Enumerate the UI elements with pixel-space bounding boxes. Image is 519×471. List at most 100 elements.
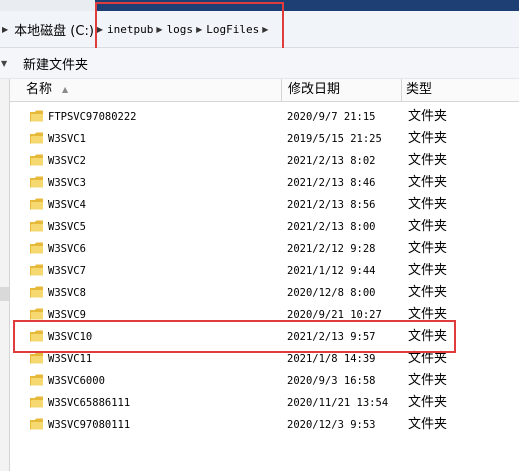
file-modified: 2021/2/13 8:56 bbox=[287, 199, 376, 211]
file-name: FTPSVC97080222 bbox=[48, 111, 137, 123]
file-type: 文件夹 bbox=[408, 219, 448, 234]
folder-icon bbox=[30, 110, 43, 122]
breadcrumb-separator-icon[interactable]: ▶ bbox=[262, 25, 268, 34]
file-row[interactable]: W3SVC6 2021/2/12 9:28 文件夹 bbox=[10, 238, 519, 260]
file-type: 文件夹 bbox=[408, 241, 448, 256]
file-modified: 2020/12/8 8:00 bbox=[287, 287, 376, 299]
window-title-strip bbox=[0, 0, 519, 11]
file-modified: 2021/2/13 9:57 bbox=[287, 331, 376, 343]
breadcrumb-segment-logfiles[interactable]: LogFiles bbox=[206, 23, 259, 36]
file-row[interactable]: W3SVC7 2021/1/12 9:44 文件夹 bbox=[10, 260, 519, 282]
file-type: 文件夹 bbox=[408, 109, 448, 124]
organize-dropdown-icon[interactable]: ▼ bbox=[1, 59, 11, 68]
folder-icon bbox=[30, 176, 43, 188]
breadcrumb-segment-inetpub[interactable]: inetpub bbox=[107, 23, 153, 36]
file-modified: 2020/9/7 21:15 bbox=[287, 111, 376, 123]
column-header-type[interactable]: 类型 bbox=[402, 79, 519, 101]
folder-icon bbox=[30, 330, 43, 342]
file-modified: 2021/1/8 14:39 bbox=[287, 353, 376, 365]
breadcrumb-separator-icon[interactable]: ▶ bbox=[196, 25, 202, 34]
folder-icon bbox=[30, 264, 43, 276]
navigation-pane[interactable] bbox=[0, 79, 10, 471]
sort-ascending-icon: ▲ bbox=[62, 85, 69, 94]
file-name: W3SVC11 bbox=[48, 353, 93, 365]
file-modified: 2019/5/15 21:25 bbox=[287, 133, 382, 145]
folder-icon bbox=[30, 374, 43, 386]
file-name: W3SVC3 bbox=[48, 177, 86, 189]
folder-icon bbox=[30, 154, 43, 166]
file-type: 文件夹 bbox=[408, 373, 448, 388]
file-name: W3SVC8 bbox=[48, 287, 86, 299]
file-name: W3SVC4 bbox=[48, 199, 86, 211]
file-row[interactable]: W3SVC3 2021/2/13 8:46 文件夹 bbox=[10, 172, 519, 194]
file-name: W3SVC65886111 bbox=[48, 397, 131, 409]
file-type: 文件夹 bbox=[408, 285, 448, 300]
folder-icon bbox=[30, 220, 43, 232]
file-modified: 2021/2/13 8:02 bbox=[287, 155, 376, 167]
file-name: W3SVC5 bbox=[48, 221, 86, 233]
folder-icon bbox=[30, 132, 43, 144]
file-name: W3SVC9 bbox=[48, 309, 86, 321]
breadcrumb-root[interactable]: 本地磁盘 (C:) bbox=[14, 20, 94, 39]
folder-icon bbox=[30, 242, 43, 254]
file-modified: 2020/11/21 13:54 bbox=[287, 397, 389, 409]
file-row-highlighted[interactable]: W3SVC10 2021/2/13 9:57 文件夹 bbox=[10, 326, 519, 348]
folder-icon bbox=[30, 396, 43, 408]
file-type: 文件夹 bbox=[408, 307, 448, 322]
folder-icon bbox=[30, 308, 43, 320]
navigation-pane-selection bbox=[0, 287, 9, 301]
file-type: 文件夹 bbox=[408, 131, 448, 146]
breadcrumb-separator-icon[interactable]: ▶ bbox=[156, 25, 162, 34]
file-row[interactable]: W3SVC97080111 2020/12/3 9:53 文件夹 bbox=[10, 414, 519, 436]
new-folder-button[interactable]: 新建文件夹 bbox=[23, 54, 88, 73]
file-row[interactable]: W3SVC5 2021/2/13 8:00 文件夹 bbox=[10, 216, 519, 238]
file-name: W3SVC7 bbox=[48, 265, 86, 277]
file-modified: 2020/12/3 9:53 bbox=[287, 419, 376, 431]
breadcrumb-segment-logs[interactable]: logs bbox=[167, 23, 194, 36]
file-modified: 2020/9/3 16:58 bbox=[287, 375, 376, 387]
file-row[interactable]: W3SVC11 2021/1/8 14:39 文件夹 bbox=[10, 348, 519, 370]
folder-icon bbox=[30, 198, 43, 210]
file-name: W3SVC1 bbox=[48, 133, 86, 145]
column-header-name[interactable]: 名称 ▲ bbox=[10, 79, 282, 101]
file-row[interactable]: W3SVC4 2021/2/13 8:56 文件夹 bbox=[10, 194, 519, 216]
column-header-name-label: 名称 bbox=[26, 82, 53, 97]
column-header-type-label: 类型 bbox=[406, 82, 433, 97]
file-modified: 2021/2/12 9:28 bbox=[287, 243, 376, 255]
file-row[interactable]: FTPSVC97080222 2020/9/7 21:15 文件夹 bbox=[10, 106, 519, 128]
address-bar[interactable]: ▶ 本地磁盘 (C:) ▶ inetpub ▶ logs ▶ LogFiles … bbox=[0, 11, 519, 48]
file-list: FTPSVC97080222 2020/9/7 21:15 文件夹 W3SVC1 20… bbox=[10, 106, 519, 436]
file-row[interactable]: W3SVC2 2021/2/13 8:02 文件夹 bbox=[10, 150, 519, 172]
folder-icon bbox=[30, 286, 43, 298]
file-type: 文件夹 bbox=[408, 263, 448, 278]
breadcrumb-segment-label: inetpub bbox=[107, 22, 154, 36]
breadcrumb-segment-label: LogFiles bbox=[206, 22, 260, 36]
file-name: W3SVC97080111 bbox=[48, 419, 131, 431]
file-row[interactable]: W3SVC65886111 2020/11/21 13:54 文件夹 bbox=[10, 392, 519, 414]
file-type: 文件夹 bbox=[408, 197, 448, 212]
file-modified: 2021/1/12 9:44 bbox=[287, 265, 376, 277]
file-name: W3SVC2 bbox=[48, 155, 86, 167]
file-modified: 2020/9/21 10:27 bbox=[287, 309, 382, 321]
file-name: W3SVC10 bbox=[48, 331, 93, 343]
command-toolbar: ▼ 新建文件夹 bbox=[0, 48, 519, 79]
file-type: 文件夹 bbox=[408, 417, 448, 432]
breadcrumb-root-label: 本地磁盘 (C:) bbox=[14, 23, 94, 39]
file-type: 文件夹 bbox=[408, 351, 448, 366]
title-strip-cap bbox=[0, 0, 95, 11]
column-header-modified[interactable]: 修改日期 bbox=[282, 79, 402, 101]
column-header-row: 名称 ▲ 修改日期 类型 bbox=[10, 79, 519, 102]
file-type: 文件夹 bbox=[408, 153, 448, 168]
breadcrumb-segment-label: logs bbox=[166, 22, 194, 36]
folder-icon bbox=[30, 418, 43, 430]
breadcrumb-separator-icon[interactable]: ▶ bbox=[97, 25, 103, 34]
file-name: W3SVC6000 bbox=[48, 375, 105, 387]
file-type: 文件夹 bbox=[408, 329, 448, 344]
file-row[interactable]: W3SVC1 2019/5/15 21:25 文件夹 bbox=[10, 128, 519, 150]
folder-icon bbox=[30, 352, 43, 364]
file-row[interactable]: W3SVC8 2020/12/8 8:00 文件夹 bbox=[10, 282, 519, 304]
file-row[interactable]: W3SVC6000 2020/9/3 16:58 文件夹 bbox=[10, 370, 519, 392]
file-row[interactable]: W3SVC9 2020/9/21 10:27 文件夹 bbox=[10, 304, 519, 326]
address-chevron-icon[interactable]: ▶ bbox=[2, 25, 8, 34]
file-type: 文件夹 bbox=[408, 175, 448, 190]
